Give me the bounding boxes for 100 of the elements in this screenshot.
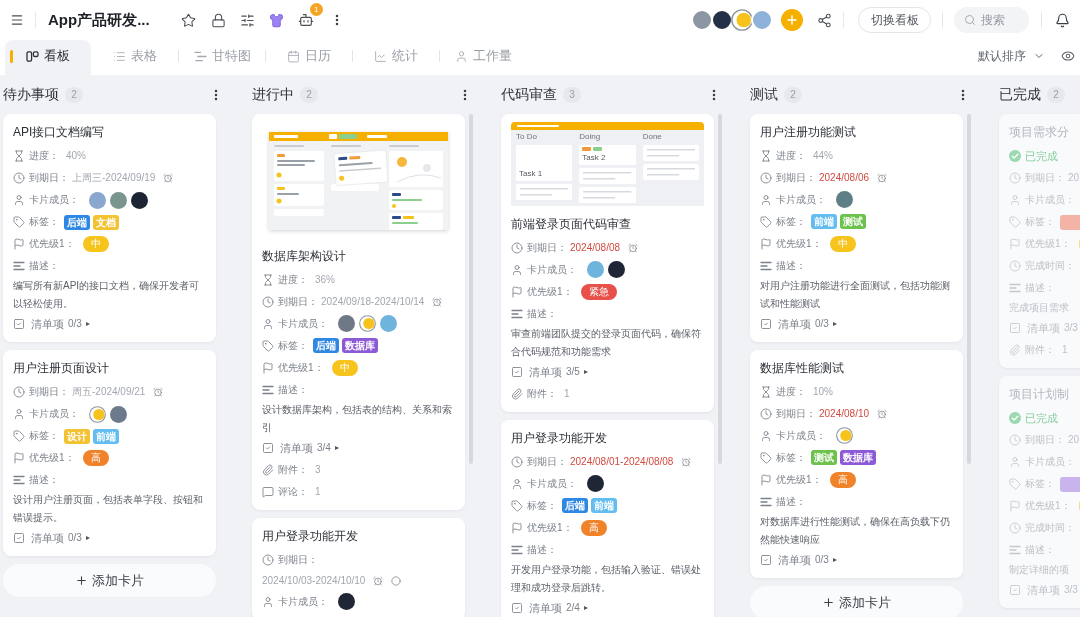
field-label: 到期日： <box>527 455 567 468</box>
description-text: 对用户注册功能进行全面测试，包括功能测试和性能测试 <box>760 278 951 311</box>
alarm-clock-icon[interactable] <box>373 575 384 586</box>
field-value: 1 <box>564 387 570 400</box>
field-label: 描述： <box>776 259 806 272</box>
field-value: 44% <box>813 149 833 162</box>
task-card[interactable]: 用户注册页面设计 到期日： 周五-2024/09/21 卡片成员： 标签： 设计 前端 优先级1： 高 描述： 设计用户注册页面，包括表单字段、按钮和错误提示。 清单项 0/3 ▸ <box>3 350 216 556</box>
field-label: 标签： <box>527 499 557 512</box>
sort-dropdown[interactable]: 默认排序 <box>978 47 1045 65</box>
card-count: 2 <box>1047 87 1065 103</box>
task-card[interactable]: To Do Task 1 Doing Task 2 Done 前端登录页面代码审查 到期日： 2024/08/08 卡片成员： 优先级1： 紧急 描述： 审查前端团队提交的登录页面代码，确保符合代码规范和功能需求 清单项 3/5 ▸ 附件： 1 <box>501 113 714 412</box>
expand-arrow[interactable]: ▸ <box>85 533 90 543</box>
expand-arrow[interactable]: ▸ <box>832 554 837 565</box>
add-card-button[interactable]: 添加卡片 <box>750 585 963 617</box>
field-value: 10% <box>813 385 833 398</box>
view-tab[interactable]: 看板 <box>5 40 91 75</box>
field-label: 清单项 <box>31 532 64 544</box>
field-label: 附件： <box>1025 344 1055 356</box>
description-text: 开发用户登录功能，包括输入验证、错误处理和成功登录后跳转。 <box>511 562 702 595</box>
kanban-icon <box>26 50 39 62</box>
flag-icon <box>13 238 25 250</box>
clock-icon <box>760 407 772 420</box>
search-icon <box>964 14 976 26</box>
user-icon <box>454 49 468 63</box>
task-card[interactable]: API接口文档编写 进度： 40% 到期日： 上周三-2024/09/19 卡片成员： 标签： 后端 文档 优先级1： 中 描述： 编写所有新API的接口文档，确保开发者可以轻松使用。 清单项 0/3 ▸ <box>3 114 216 342</box>
description-text: 对数据库进行性能测试，确保在高负载下仍然能快速响应 <box>760 514 951 547</box>
hourglass-icon <box>262 273 274 286</box>
task-card[interactable]: 用户登录功能开发 到期日： 2024/08/01-2024/08/08 卡片成员： 标签： 后端 前端 优先级1： 高 描述： 开发用户登录功能，包括输入验证、错误处理和成功登录后跳转。 清单项 2/4 ▸ <box>501 419 714 617</box>
task-card[interactable]: 数据库架构设计 进度： 36% 到期日： 2024/09/18-2024/10/14 卡片成员： 标签： 后端 数据库 优先级1： 中 描述： 设计数据库架构，包括表的结构、关系和索引 清单项 3/4 ▸ 附件： 3 评论： 1 <box>252 113 465 510</box>
list-icon <box>113 49 126 63</box>
alarm-clock-icon[interactable] <box>163 173 174 183</box>
search-field[interactable]: 搜索 <box>954 7 1029 33</box>
field-label: 描述： <box>776 495 806 508</box>
field-label: 标签： <box>776 215 806 228</box>
field-label: 卡片成员： <box>527 263 577 276</box>
plus-icon <box>822 595 835 609</box>
expand-arrow[interactable]: ▸ <box>583 602 588 613</box>
check-circle-icon <box>1009 150 1021 162</box>
field-value: 0/3 <box>68 532 82 544</box>
tag-icon <box>1009 216 1021 228</box>
field-value: 3 <box>315 463 321 476</box>
status-label: 已完成 <box>1025 150 1058 162</box>
expand-arrow[interactable]: ▸ <box>334 442 339 453</box>
field-value: 3/3 <box>1064 584 1078 596</box>
add-card-button[interactable]: 添加卡片 <box>3 564 216 597</box>
task-card[interactable]: 用户注册功能测试 进度： 44% 到期日： 2024/08/06 卡片成员： 标签： 前端 测试 优先级1： 中 描述： 对用户注册功能进行全面测试，包括功能测试和性能测试 清单项 0/3 ▸ <box>750 113 963 342</box>
alarm-clock-icon[interactable] <box>681 456 692 467</box>
text-lines-drawing <box>646 148 695 157</box>
tag-icon <box>13 216 25 228</box>
clock-icon <box>511 455 523 468</box>
text-lines-icon <box>760 496 772 507</box>
task-card[interactable]: 数据库性能测试 进度： 10% 到期日： 2024/08/10 卡片成员： 标签： 测试 数据库 优先级1： 高 描述： 对数据库进行性能测试，确保在高负载下仍然能快速响应 清单项 0/3 ▸ <box>750 349 963 578</box>
expand-arrow[interactable]: ▸ <box>85 319 90 329</box>
share-icon[interactable] <box>817 12 832 28</box>
due-date: 2024/08/08 <box>570 241 621 254</box>
board-title: App产品研发... <box>48 9 150 30</box>
alarm-clock-icon[interactable] <box>877 172 888 183</box>
bell-icon[interactable] <box>1055 12 1070 28</box>
priority-badge: 高 <box>580 519 607 536</box>
eye-icon[interactable] <box>1061 49 1075 63</box>
checkbox-icon <box>511 365 523 378</box>
field-label: 卡片成员： <box>776 429 826 442</box>
checkbox-icon <box>1009 584 1021 596</box>
lock-icon[interactable] <box>210 12 226 28</box>
user-icon <box>760 193 772 206</box>
flag-icon <box>760 473 772 486</box>
text-lines-icon <box>13 475 25 485</box>
tag: 前端 <box>591 498 617 514</box>
checkbox-icon <box>13 318 25 330</box>
alarm-clock-icon[interactable] <box>153 387 164 397</box>
user-icon <box>262 595 274 608</box>
shirt-icon[interactable] <box>268 12 284 28</box>
expand-arrow[interactable]: ▸ <box>583 366 588 377</box>
alarm-clock-icon[interactable] <box>877 408 888 419</box>
field-label: 描述： <box>278 383 308 396</box>
task-card[interactable]: 用户登录功能开发 到期日： 2024/10/03-2024/10/10 卡片成员： <box>252 517 465 617</box>
field-label: 优先级1： <box>776 473 822 486</box>
plus-icon <box>785 13 799 27</box>
text-lines-icon <box>760 260 772 271</box>
field-label: 卡片成员： <box>527 477 577 490</box>
card-title: 数据库性能测试 <box>760 359 845 377</box>
tag: 后端 <box>313 338 339 354</box>
clock-icon <box>1009 172 1021 184</box>
card-title: 用户登录功能开发 <box>262 527 359 545</box>
column-title: 待办事项 <box>3 87 59 103</box>
field-label: 附件： <box>527 387 557 400</box>
clock-icon <box>1009 522 1021 534</box>
menu-icon[interactable] <box>10 13 24 27</box>
tag-icon <box>13 430 25 442</box>
sliders-icon[interactable] <box>239 12 255 28</box>
alarm-clock-icon[interactable] <box>628 242 639 253</box>
avatar-icon <box>836 427 853 445</box>
robot-icon[interactable] <box>297 12 314 28</box>
hourglass-icon <box>760 149 772 162</box>
field-label: 附件： <box>278 463 308 476</box>
switch-board-button[interactable]: 切换看板 <box>858 7 931 33</box>
flag-icon <box>1009 238 1021 250</box>
expand-arrow[interactable]: ▸ <box>832 318 837 329</box>
alarm-clock-icon[interactable] <box>432 296 443 307</box>
star-icon[interactable] <box>180 12 196 28</box>
